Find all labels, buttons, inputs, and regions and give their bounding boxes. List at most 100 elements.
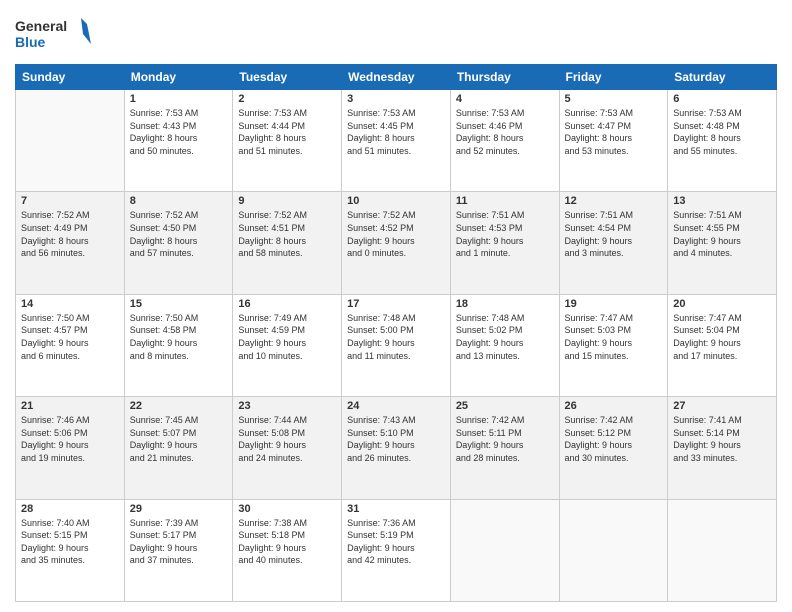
day-info: Sunrise: 7:53 AMSunset: 4:47 PMDaylight:…	[565, 107, 663, 157]
day-number: 18	[456, 298, 554, 310]
day-info: Sunrise: 7:46 AMSunset: 5:06 PMDaylight:…	[21, 414, 119, 464]
day-header-thursday: Thursday	[450, 65, 559, 90]
calendar-cell: 1 Sunrise: 7:53 AMSunset: 4:43 PMDaylight…	[124, 90, 233, 192]
day-info: Sunrise: 7:52 AMSunset: 4:49 PMDaylight:…	[21, 209, 119, 259]
calendar-cell: 29 Sunrise: 7:39 AMSunset: 5:17 PMDayligh…	[124, 499, 233, 601]
day-info: Sunrise: 7:38 AMSunset: 5:18 PMDaylight:…	[238, 517, 336, 567]
calendar-cell: 25Sunrise: 7:42 AMSunset: 5:11 PMDayligh…	[450, 397, 559, 499]
day-number: 5	[565, 93, 663, 105]
day-info: Sunrise: 7:52 AMSunset: 4:52 PMDaylight:…	[347, 209, 445, 259]
day-number: 9	[238, 195, 336, 207]
calendar-cell	[559, 499, 668, 601]
svg-text:General: General	[15, 18, 67, 34]
day-number: 24	[347, 400, 445, 412]
day-info: Sunrise: 7:52 AMSunset: 4:51 PMDaylight:…	[238, 209, 336, 259]
day-info: Sunrise: 7:41 AMSunset: 5:14 PMDaylight:…	[673, 414, 771, 464]
calendar-cell	[450, 499, 559, 601]
calendar-cell: 27Sunrise: 7:41 AMSunset: 5:14 PMDayligh…	[668, 397, 777, 499]
day-number: 30	[238, 503, 336, 515]
day-info: Sunrise: 7:36 AMSunset: 5:19 PMDaylight:…	[347, 517, 445, 567]
day-number: 10	[347, 195, 445, 207]
day-info: Sunrise: 7:47 AMSunset: 5:04 PMDaylight:…	[673, 312, 771, 362]
day-header-tuesday: Tuesday	[233, 65, 342, 90]
day-info: Sunrise: 7:51 AMSunset: 4:55 PMDaylight:…	[673, 209, 771, 259]
calendar-cell: 2Sunrise: 7:53 AMSunset: 4:44 PMDaylight…	[233, 90, 342, 192]
calendar-cell: 31Sunrise: 7:36 AMSunset: 5:19 PMDayligh…	[342, 499, 451, 601]
day-info: Sunrise: 7:48 AMSunset: 5:00 PMDaylight:…	[347, 312, 445, 362]
day-number: 21	[21, 400, 119, 412]
day-header-wednesday: Wednesday	[342, 65, 451, 90]
day-info: Sunrise: 7:40 AMSunset: 5:15 PMDaylight:…	[21, 517, 119, 567]
calendar-cell: 3 Sunrise: 7:53 AMSunset: 4:45 PMDaylight…	[342, 90, 451, 192]
day-info: Sunrise: 7:53 AMSunset: 4:43 PMDaylight:…	[130, 107, 228, 157]
logo-svg: General Blue	[15, 14, 95, 56]
day-info: Sunrise: 7:48 AMSunset: 5:02 PMDaylight:…	[456, 312, 554, 362]
day-info: Sunrise: 7:42 AMSunset: 5:12 PMDaylight:…	[565, 414, 663, 464]
calendar-cell: 8 Sunrise: 7:52 AMSunset: 4:50 PMDaylight…	[124, 192, 233, 294]
calendar-cell: 5 Sunrise: 7:53 AMSunset: 4:47 PMDaylight…	[559, 90, 668, 192]
day-info: Sunrise: 7:53 AMSunset: 4:46 PMDaylight:…	[456, 107, 554, 157]
calendar-cell: 28 Sunrise: 7:40 AMSunset: 5:15 PMDayligh…	[16, 499, 125, 601]
calendar-cell: 11 Sunrise: 7:51 AMSunset: 4:53 PMDayligh…	[450, 192, 559, 294]
svg-text:Blue: Blue	[15, 34, 46, 50]
calendar-cell: 10 Sunrise: 7:52 AMSunset: 4:52 PMDayligh…	[342, 192, 451, 294]
week-row-0: 1 Sunrise: 7:53 AMSunset: 4:43 PMDaylight…	[16, 90, 777, 192]
day-number: 12	[565, 195, 663, 207]
day-number: 7	[21, 195, 119, 207]
calendar-cell	[16, 90, 125, 192]
day-info: Sunrise: 7:53 AMSunset: 4:45 PMDaylight:…	[347, 107, 445, 157]
week-row-3: 21 Sunrise: 7:46 AMSunset: 5:06 PMDayligh…	[16, 397, 777, 499]
day-info: Sunrise: 7:39 AMSunset: 5:17 PMDaylight:…	[130, 517, 228, 567]
day-info: Sunrise: 7:51 AMSunset: 4:54 PMDaylight:…	[565, 209, 663, 259]
calendar-cell: 17Sunrise: 7:48 AMSunset: 5:00 PMDayligh…	[342, 294, 451, 396]
day-number: 16	[238, 298, 336, 310]
day-number: 8	[130, 195, 228, 207]
day-number: 19	[565, 298, 663, 310]
calendar-cell: 14 Sunrise: 7:50 AMSunset: 4:57 PMDayligh…	[16, 294, 125, 396]
week-row-2: 14 Sunrise: 7:50 AMSunset: 4:57 PMDayligh…	[16, 294, 777, 396]
day-info: Sunrise: 7:47 AMSunset: 5:03 PMDaylight:…	[565, 312, 663, 362]
day-info: Sunrise: 7:50 AMSunset: 4:58 PMDaylight:…	[130, 312, 228, 362]
day-number: 23	[238, 400, 336, 412]
day-number: 28	[21, 503, 119, 515]
calendar-cell: 6 Sunrise: 7:53 AMSunset: 4:48 PMDaylight…	[668, 90, 777, 192]
day-number: 3	[347, 93, 445, 105]
day-header-row: SundayMondayTuesdayWednesdayThursdayFrid…	[16, 65, 777, 90]
day-number: 20	[673, 298, 771, 310]
day-info: Sunrise: 7:44 AMSunset: 5:08 PMDaylight:…	[238, 414, 336, 464]
day-header-friday: Friday	[559, 65, 668, 90]
day-number: 22	[130, 400, 228, 412]
day-info: Sunrise: 7:53 AMSunset: 4:48 PMDaylight:…	[673, 107, 771, 157]
calendar-cell: 13 Sunrise: 7:51 AMSunset: 4:55 PMDayligh…	[668, 192, 777, 294]
calendar-cell: 15 Sunrise: 7:50 AMSunset: 4:58 PMDayligh…	[124, 294, 233, 396]
calendar-cell: 23 Sunrise: 7:44 AMSunset: 5:08 PMDayligh…	[233, 397, 342, 499]
day-number: 13	[673, 195, 771, 207]
calendar-cell: 20 Sunrise: 7:47 AMSunset: 5:04 PMDayligh…	[668, 294, 777, 396]
calendar-cell: 19 Sunrise: 7:47 AMSunset: 5:03 PMDayligh…	[559, 294, 668, 396]
day-number: 11	[456, 195, 554, 207]
day-number: 2	[238, 93, 336, 105]
calendar-cell: 21 Sunrise: 7:46 AMSunset: 5:06 PMDayligh…	[16, 397, 125, 499]
day-info: Sunrise: 7:52 AMSunset: 4:50 PMDaylight:…	[130, 209, 228, 259]
calendar-cell: 16 Sunrise: 7:49 AMSunset: 4:59 PMDayligh…	[233, 294, 342, 396]
day-number: 14	[21, 298, 119, 310]
calendar-cell: 24Sunrise: 7:43 AMSunset: 5:10 PMDayligh…	[342, 397, 451, 499]
week-row-4: 28 Sunrise: 7:40 AMSunset: 5:15 PMDayligh…	[16, 499, 777, 601]
day-number: 29	[130, 503, 228, 515]
day-info: Sunrise: 7:49 AMSunset: 4:59 PMDaylight:…	[238, 312, 336, 362]
calendar-cell: 12 Sunrise: 7:51 AMSunset: 4:54 PMDayligh…	[559, 192, 668, 294]
page: General Blue SundayMondayTuesdayWednesda…	[0, 0, 792, 612]
calendar-cell: 26 Sunrise: 7:42 AMSunset: 5:12 PMDayligh…	[559, 397, 668, 499]
calendar-cell: 4Sunrise: 7:53 AMSunset: 4:46 PMDaylight…	[450, 90, 559, 192]
calendar-cell: 30 Sunrise: 7:38 AMSunset: 5:18 PMDayligh…	[233, 499, 342, 601]
calendar-cell: 22Sunrise: 7:45 AMSunset: 5:07 PMDayligh…	[124, 397, 233, 499]
day-info: Sunrise: 7:50 AMSunset: 4:57 PMDaylight:…	[21, 312, 119, 362]
calendar-cell: 7 Sunrise: 7:52 AMSunset: 4:49 PMDaylight…	[16, 192, 125, 294]
day-info: Sunrise: 7:51 AMSunset: 4:53 PMDaylight:…	[456, 209, 554, 259]
day-number: 6	[673, 93, 771, 105]
day-number: 1	[130, 93, 228, 105]
day-number: 26	[565, 400, 663, 412]
day-info: Sunrise: 7:42 AMSunset: 5:11 PMDaylight:…	[456, 414, 554, 464]
day-number: 15	[130, 298, 228, 310]
calendar-cell	[668, 499, 777, 601]
